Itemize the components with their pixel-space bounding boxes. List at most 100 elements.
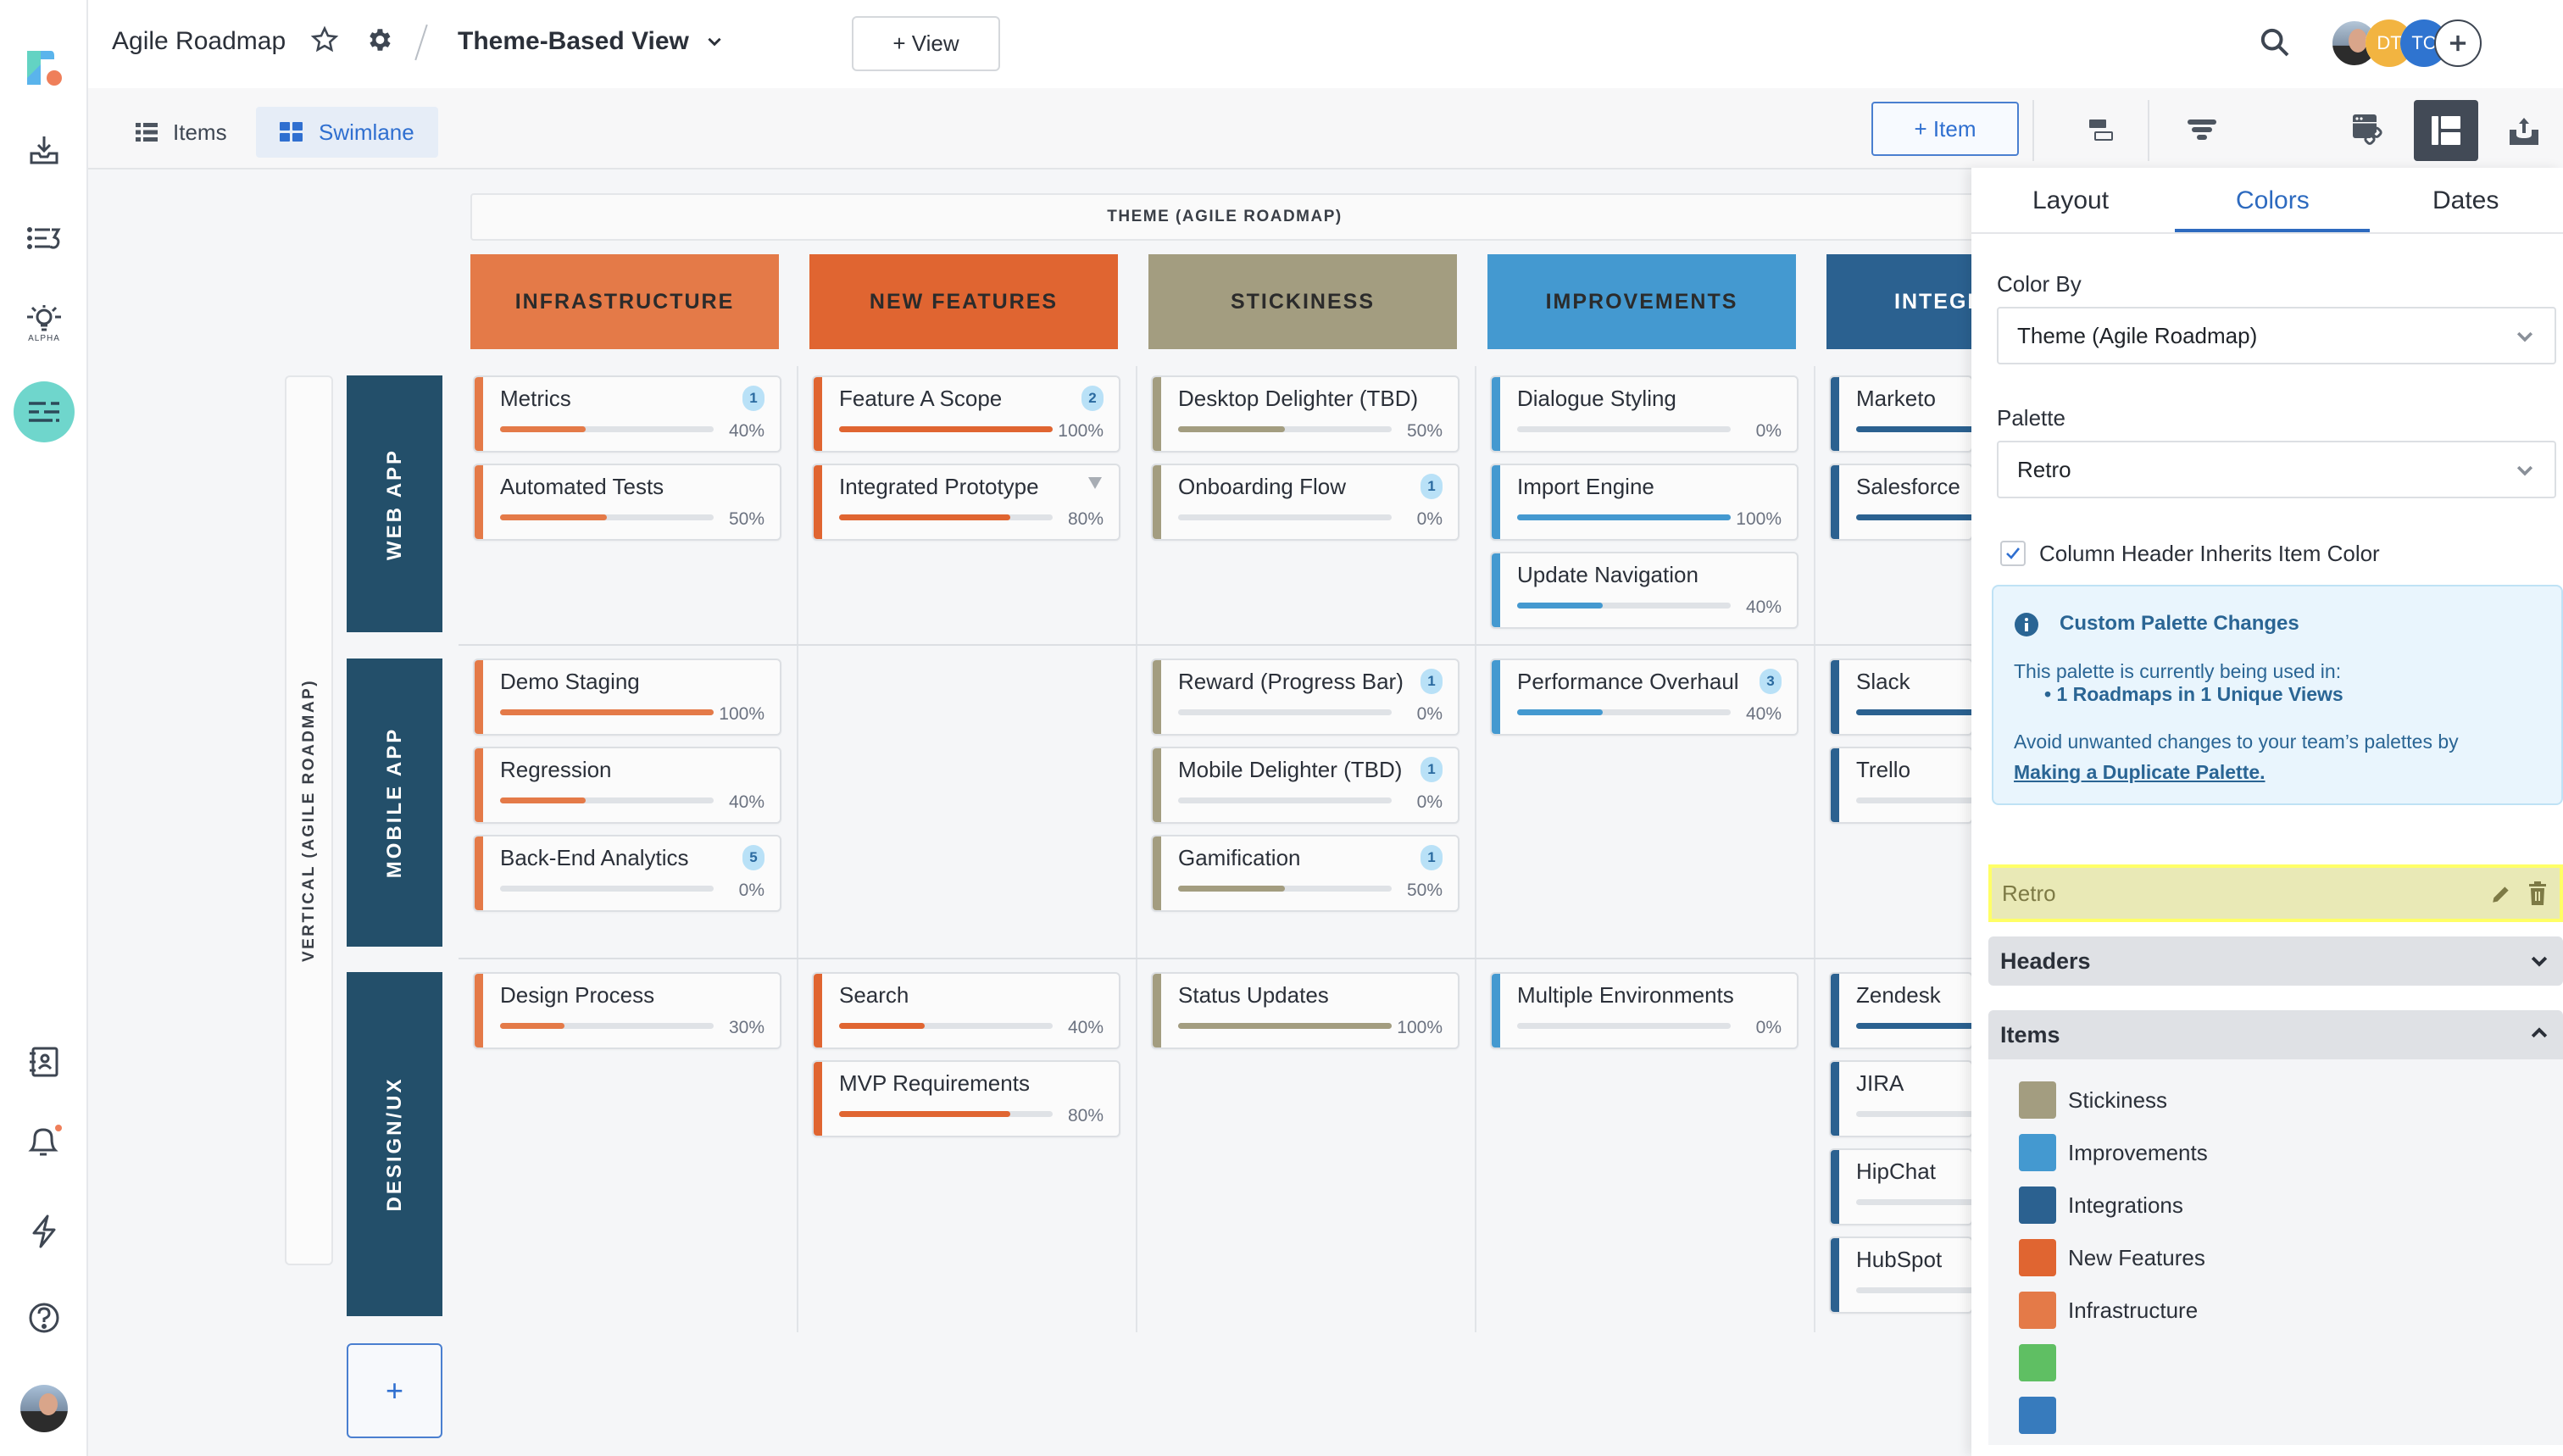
item-color-row[interactable]: Stickiness [2019,1081,2167,1119]
item-color-row[interactable] [2019,1397,2068,1434]
roadmap-title[interactable]: Agile Roadmap [112,27,286,56]
item-card[interactable]: HipChat [1829,1148,1973,1225]
item-card[interactable]: Performance Overhaul 3 40% [1490,659,1799,736]
items-accordion[interactable]: Items [1988,1010,2563,1059]
item-color-row[interactable] [2019,1344,2068,1381]
notifications-bell-icon[interactable] [0,1120,88,1163]
color-swatch[interactable] [2019,1134,2056,1171]
item-card[interactable]: Gamification 1 50% [1151,835,1459,912]
item-card[interactable]: Import Engine 100% [1490,464,1799,541]
item-count-badge[interactable]: 3 [1760,669,1782,694]
item-card[interactable]: Integrated Prototype 80% [812,464,1120,541]
item-card[interactable]: Automated Tests 50% [473,464,781,541]
item-color-row[interactable]: Infrastructure [2019,1292,2198,1329]
favorite-star-icon[interactable] [310,25,339,58]
item-card[interactable]: Feature A Scope 2 100% [812,375,1120,453]
delete-trash-icon[interactable] [2527,881,2548,911]
item-count-badge[interactable]: 2 [1081,386,1104,411]
share-link-icon[interactable] [2336,100,2400,161]
item-card[interactable]: Mobile Delighter (TBD) 1 0% [1151,747,1459,824]
ideas-lightbulb-icon[interactable]: ALPHA [0,298,88,349]
contacts-book-icon[interactable] [0,1041,88,1083]
color-swatch[interactable] [2019,1186,2056,1224]
item-count-badge[interactable]: 1 [742,386,764,411]
panel-tab-layout[interactable]: Layout [2032,186,2109,215]
panel-tab-dates[interactable]: Dates [2432,186,2499,215]
item-card[interactable]: Salesforce [1829,464,1973,541]
column-header[interactable]: IMPROVEMENTS [1487,254,1796,349]
roadmunk-logo[interactable] [0,42,88,93]
column-header[interactable]: NEW FEATURES [809,254,1118,349]
settings-gear-icon[interactable] [364,25,393,58]
add-collaborator-button[interactable] [2434,19,2482,67]
item-card[interactable]: JIRA [1829,1060,1973,1137]
item-count-badge[interactable]: 1 [1420,474,1443,499]
panel-tab-colors[interactable]: Colors [2236,186,2310,215]
roadmaps-nav-item[interactable] [0,380,88,444]
item-card[interactable]: Dialogue Styling 0% [1490,375,1799,453]
color-swatch[interactable] [2019,1292,2056,1329]
palette-name-row[interactable]: Retro [1988,864,2563,922]
color-by-select[interactable]: Theme (Agile Roadmap) [1997,307,2556,364]
inbox-download-icon[interactable] [0,129,88,171]
item-count-badge[interactable]: 1 [1420,669,1443,694]
item-color-row[interactable]: Improvements [2019,1134,2208,1171]
item-card[interactable]: Demo Staging 100% [473,659,781,736]
column-header[interactable]: INTEGR [1826,254,1971,349]
color-swatch[interactable] [2019,1239,2056,1276]
item-card[interactable]: Trello [1829,747,1973,824]
view-dropdown-chevron-icon[interactable] [705,32,724,55]
edit-pencil-icon[interactable] [2490,883,2512,911]
group-collapse-icon[interactable] [2068,100,2132,161]
collapse-triangle-icon[interactable] [1088,477,1102,489]
item-card[interactable]: Multiple Environments 0% [1490,972,1799,1049]
add-row-button[interactable]: + [347,1343,442,1438]
row-header[interactable]: DESIGN/UX [347,972,442,1316]
item-card[interactable]: Reward (Progress Bar) 1 0% [1151,659,1459,736]
user-profile-avatar[interactable] [0,1385,88,1432]
item-count-badge[interactable]: 1 [1420,845,1443,870]
item-card[interactable]: Slack [1829,659,1973,736]
item-card[interactable]: Design Process 30% [473,972,781,1049]
item-card[interactable]: Regression 40% [473,747,781,824]
item-count-badge[interactable]: 1 [1420,757,1443,782]
view-title[interactable]: Theme-Based View [458,27,689,56]
color-swatch[interactable] [2019,1344,2056,1381]
add-item-button[interactable]: + Item [1871,102,2019,156]
item-card[interactable]: Metrics 1 40% [473,375,781,453]
item-card[interactable]: MVP Requirements 80% [812,1060,1120,1137]
layout-panel-toggle-icon[interactable] [2414,100,2478,161]
column-header[interactable]: STICKINESS [1148,254,1457,349]
item-color-row[interactable]: New Features [2019,1239,2205,1276]
column-header[interactable]: INFRASTRUCTURE [470,254,779,349]
color-by-label: Color By [1997,271,2082,297]
item-card[interactable]: Desktop Delighter (TBD) 50% [1151,375,1459,453]
tab-swimlane[interactable]: Swimlane [256,107,438,158]
duplicate-palette-link[interactable]: Making a Duplicate Palette. [2014,761,2266,784]
row-header[interactable]: WEB APP [347,375,442,632]
item-count-badge[interactable]: 5 [742,845,764,870]
item-card[interactable]: Back-End Analytics 5 0% [473,835,781,912]
filter-icon[interactable] [2170,100,2234,161]
item-color-row[interactable]: Integrations [2019,1186,2183,1224]
color-swatch[interactable] [2019,1081,2056,1119]
list-sort-icon[interactable] [0,217,88,259]
item-card[interactable]: Update Navigation 40% [1490,552,1799,629]
search-icon[interactable] [2258,25,2292,64]
help-icon[interactable] [0,1297,88,1339]
row-header[interactable]: MOBILE APP [347,659,442,947]
item-card[interactable]: Zendesk [1829,972,1973,1049]
item-card[interactable]: Search 40% [812,972,1120,1049]
item-card[interactable]: Status Updates 100% [1151,972,1459,1049]
palette-select[interactable]: Retro [1997,441,2556,498]
item-card[interactable]: HubSpot [1829,1236,1973,1314]
column-header-inherits-checkbox[interactable] [2000,541,2026,566]
color-swatch[interactable] [2019,1397,2056,1434]
item-card[interactable]: Marketo [1829,375,1973,453]
headers-accordion[interactable]: Headers [1988,936,2563,986]
item-card[interactable]: Onboarding Flow 1 0% [1151,464,1459,541]
export-upload-icon[interactable] [2492,100,2556,161]
tab-items[interactable]: Items [112,107,251,158]
add-view-button[interactable]: + View [852,16,1000,71]
integrations-bolt-icon[interactable] [0,1210,88,1253]
